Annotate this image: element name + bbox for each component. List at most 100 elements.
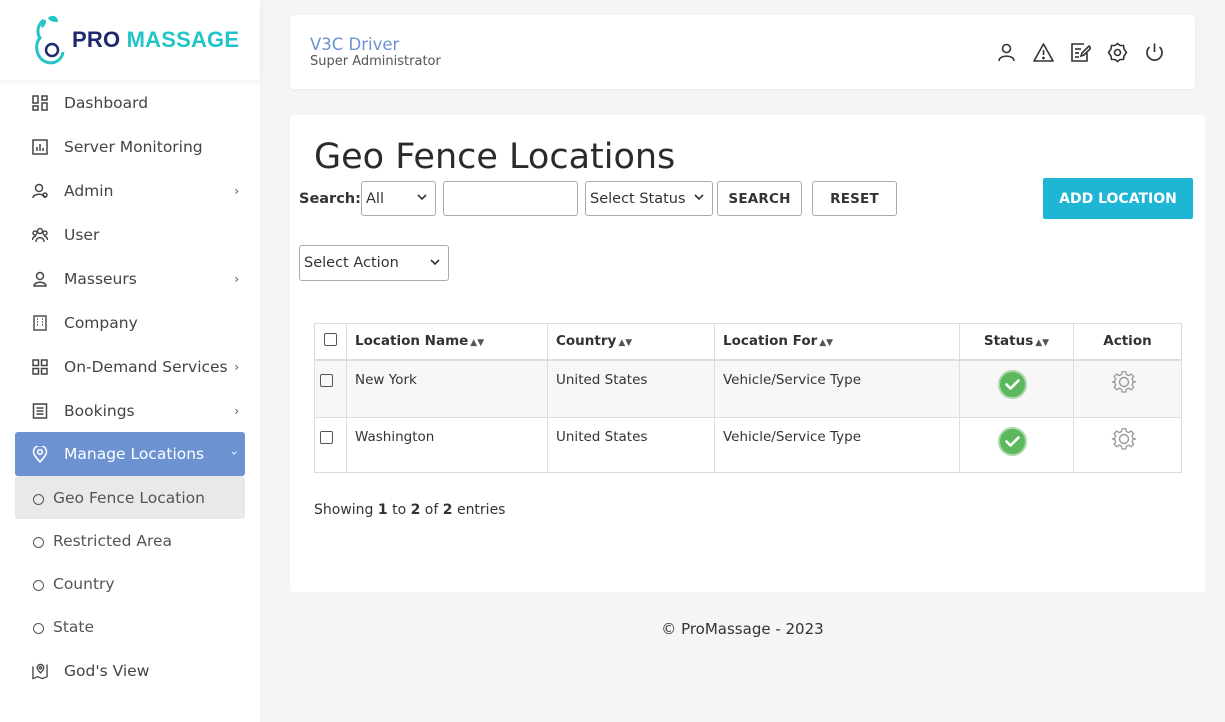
sidebar-item-label: Server Monitoring bbox=[64, 138, 203, 156]
list-icon bbox=[32, 403, 48, 419]
sidebar-item-label: User bbox=[64, 226, 100, 244]
sidebar-item-admin[interactable]: Admin › bbox=[15, 169, 245, 213]
location-pin-icon bbox=[32, 445, 48, 463]
top-header: V3C Driver Super Administrator bbox=[290, 15, 1195, 89]
chevron-down-icon bbox=[417, 192, 427, 205]
page-title: Geo Fence Locations bbox=[314, 137, 676, 177]
sidebar-item-label: On-Demand Services bbox=[64, 358, 228, 376]
cell-country: United States bbox=[547, 359, 715, 418]
row-checkbox[interactable] bbox=[320, 431, 333, 444]
status-active-icon[interactable] bbox=[998, 369, 1027, 399]
table-row: New York United States Vehicle/Service T… bbox=[314, 359, 1182, 418]
sidebar-subitem-label: Geo Fence Location bbox=[53, 488, 205, 507]
reset-button[interactable]: RESET bbox=[812, 181, 897, 216]
table-row: Washington United States Vehicle/Service… bbox=[314, 417, 1182, 473]
logo-icon bbox=[35, 15, 65, 65]
person-icon bbox=[32, 271, 48, 287]
main-card: Geo Fence Locations Search: All Select S… bbox=[290, 115, 1205, 592]
sidebar-item-gods-view[interactable]: God's View bbox=[15, 649, 245, 693]
gear-icon[interactable] bbox=[1111, 426, 1137, 452]
building-icon bbox=[32, 315, 48, 331]
sidebar-subitem-label: Restricted Area bbox=[53, 531, 173, 550]
grid-icon bbox=[32, 359, 48, 375]
table-header-row: Location Name ▲▼ Country ▲▼ Location For ▲▼… bbox=[314, 323, 1182, 361]
sidebar-subitem-country[interactable]: Country bbox=[15, 562, 245, 605]
search-button[interactable]: SEARCH bbox=[717, 181, 802, 216]
column-header-country[interactable]: Country ▲▼ bbox=[547, 323, 715, 361]
map-pin-icon bbox=[32, 663, 48, 680]
edit-note-icon[interactable] bbox=[1070, 42, 1091, 63]
sort-icon: ▲▼ bbox=[819, 338, 834, 349]
cell-location-name: Washington bbox=[346, 417, 548, 473]
locations-table: Location Name ▲▼ Country ▲▼ Location For ▲▼… bbox=[314, 323, 1182, 473]
cell-country: United States bbox=[547, 417, 715, 473]
chart-icon bbox=[32, 139, 48, 155]
warning-icon[interactable] bbox=[1033, 42, 1054, 63]
sort-icon: ▲▼ bbox=[470, 338, 485, 349]
sidebar-item-label: Bookings bbox=[64, 402, 135, 420]
sidebar: PRO MASSAGE Dashboard Server Monitoring … bbox=[0, 0, 260, 722]
sidebar-item-masseurs[interactable]: Masseurs › bbox=[15, 257, 245, 301]
circle-icon bbox=[33, 622, 44, 634]
sidebar-subitem-restricted-area[interactable]: Restricted Area bbox=[15, 519, 245, 562]
sidebar-subitem-label: State bbox=[53, 617, 95, 636]
settings-icon[interactable] bbox=[1107, 42, 1128, 63]
user-name[interactable]: V3C Driver bbox=[310, 35, 399, 54]
sidebar-item-user[interactable]: User bbox=[15, 213, 245, 257]
search-input[interactable] bbox=[443, 181, 578, 216]
brand-logo[interactable]: PRO MASSAGE bbox=[0, 0, 260, 80]
admin-icon bbox=[32, 183, 48, 199]
circle-icon bbox=[33, 579, 44, 591]
chevron-down-icon: › bbox=[227, 450, 242, 456]
header-icons bbox=[996, 42, 1165, 63]
gear-icon[interactable] bbox=[1111, 369, 1137, 395]
row-checkbox[interactable] bbox=[320, 373, 333, 387]
status-active-icon[interactable] bbox=[998, 427, 1027, 456]
sidebar-item-bookings[interactable]: Bookings › bbox=[15, 389, 245, 433]
sidebar-item-label: Company bbox=[64, 314, 138, 332]
chevron-right-icon: › bbox=[234, 404, 239, 418]
brand-pro: PRO bbox=[72, 27, 121, 52]
sidebar-item-manage-locations[interactable]: Manage Locations › bbox=[15, 432, 245, 476]
profile-icon[interactable] bbox=[996, 42, 1017, 63]
cell-location-for: Vehicle/Service Type bbox=[714, 359, 960, 418]
sidebar-item-server-monitoring[interactable]: Server Monitoring bbox=[15, 125, 245, 169]
select-all-checkbox[interactable] bbox=[324, 332, 337, 346]
power-icon[interactable] bbox=[1144, 42, 1165, 63]
sort-icon: ▲▼ bbox=[1035, 338, 1050, 349]
sidebar-subitem-label: Country bbox=[53, 574, 115, 593]
cell-location-for: Vehicle/Service Type bbox=[714, 417, 960, 473]
column-header-location-for[interactable]: Location For ▲▼ bbox=[714, 323, 960, 361]
sidebar-item-label: Dashboard bbox=[64, 94, 149, 112]
sidebar-item-on-demand-services[interactable]: On-Demand Services › bbox=[15, 345, 245, 389]
chevron-down-icon bbox=[694, 192, 704, 205]
sidebar-subitem-geo-fence-location[interactable]: Geo Fence Location bbox=[15, 476, 245, 519]
pagination-info: Showing 1 to 2 of 2 entries bbox=[314, 502, 506, 518]
user-role: Super Administrator bbox=[310, 54, 441, 69]
brand-massage: MASSAGE bbox=[126, 27, 240, 52]
sidebar-item-dashboard[interactable]: Dashboard bbox=[15, 81, 245, 125]
sidebar-item-company[interactable]: Company bbox=[15, 301, 245, 345]
column-header-action: Action bbox=[1073, 323, 1182, 361]
sidebar-item-label: Admin bbox=[64, 182, 114, 200]
select-all-cell bbox=[314, 323, 347, 361]
add-location-button[interactable]: ADD LOCATION bbox=[1043, 178, 1193, 219]
chevron-right-icon: › bbox=[234, 360, 239, 374]
sidebar-item-label: Masseurs bbox=[64, 270, 137, 288]
search-field-select[interactable]: All bbox=[361, 181, 436, 216]
chevron-right-icon: › bbox=[234, 184, 239, 198]
search-label: Search: bbox=[299, 191, 361, 207]
column-header-status[interactable]: Status ▲▼ bbox=[959, 323, 1074, 361]
bulk-action-select[interactable]: Select Action bbox=[299, 245, 449, 281]
footer-copyright: © ProMassage - 2023 bbox=[661, 620, 824, 638]
sidebar-subitem-state[interactable]: State bbox=[15, 605, 245, 648]
sort-icon: ▲▼ bbox=[618, 338, 633, 349]
sidebar-item-label: Manage Locations bbox=[64, 445, 205, 463]
chevron-right-icon: › bbox=[234, 272, 239, 286]
sidebar-item-label: God's View bbox=[64, 662, 150, 680]
status-select[interactable]: Select Status bbox=[585, 181, 713, 216]
cell-location-name: New York bbox=[346, 359, 548, 418]
circle-icon bbox=[33, 493, 44, 505]
users-icon bbox=[32, 227, 48, 243]
column-header-location-name[interactable]: Location Name ▲▼ bbox=[346, 323, 548, 361]
